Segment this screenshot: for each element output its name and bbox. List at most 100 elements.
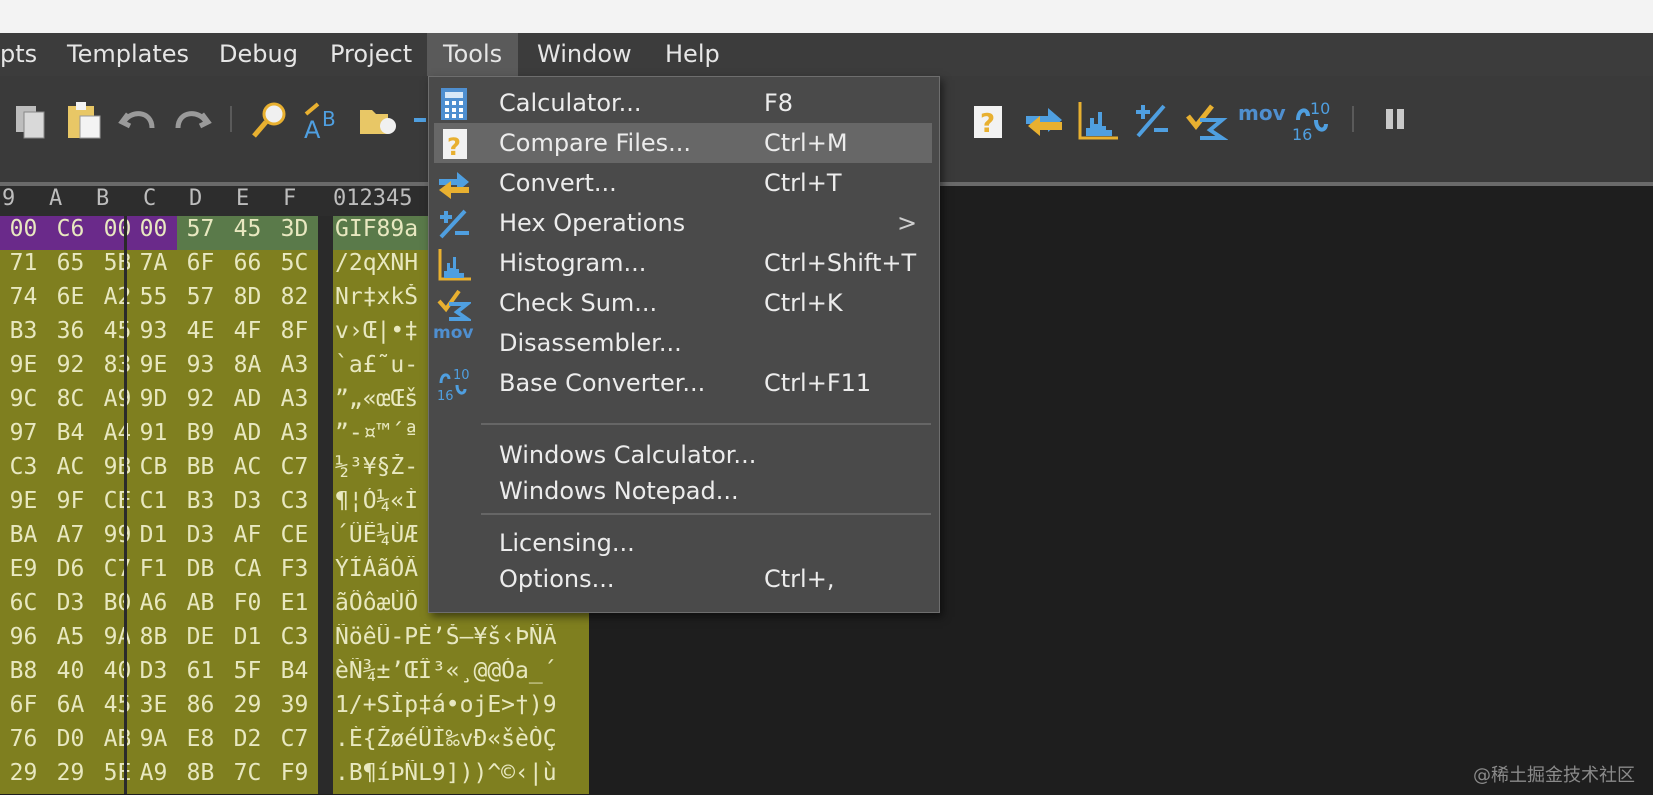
hex-byte[interactable]: C7: [271, 726, 318, 760]
hex-byte[interactable]: 00: [130, 216, 177, 250]
menu-item-calculator[interactable]: Calculator... F8: [429, 83, 937, 123]
hex-byte[interactable]: E9: [0, 556, 47, 590]
hex-byte[interactable]: 4F: [224, 318, 271, 352]
copy-icon[interactable]: [8, 98, 52, 142]
hex-byte[interactable]: E1: [271, 590, 318, 624]
convert-icon[interactable]: [1022, 98, 1066, 142]
hex-byte[interactable]: A5: [47, 624, 94, 658]
hex-byte[interactable]: B4: [271, 658, 318, 692]
hex-byte[interactable]: A3: [271, 352, 318, 386]
hex-byte[interactable]: D1: [130, 522, 177, 556]
hex-byte[interactable]: 65: [47, 250, 94, 284]
hex-byte[interactable]: B9: [177, 420, 224, 454]
hex-byte[interactable]: 29: [0, 760, 47, 794]
hex-byte[interactable]: D3: [130, 658, 177, 692]
ascii-text[interactable]: .È{ŽøéÛÌ‰vÐ«šèÒÇ: [333, 726, 589, 760]
hex-byte[interactable]: 92: [47, 352, 94, 386]
hex-byte[interactable]: 9E: [130, 352, 177, 386]
hex-byte[interactable]: C1: [130, 488, 177, 522]
disassembler-icon[interactable]: mov: [1238, 101, 1286, 125]
hex-byte[interactable]: 6C: [0, 590, 47, 624]
hex-byte[interactable]: A7: [47, 522, 94, 556]
hex-byte[interactable]: 8B: [177, 760, 224, 794]
hex-byte[interactable]: 36: [47, 318, 94, 352]
hex-row[interactable]: 96 A5 9A 8B DE D1 C3 ÑöêÜ-PÈ’Š–¥š‹ÞÑÃ: [0, 624, 600, 658]
hex-byte[interactable]: AB: [177, 590, 224, 624]
hex-byte[interactable]: A3: [271, 420, 318, 454]
menu-item-windows-calculator[interactable]: Windows Calculator...: [429, 435, 937, 475]
hex-byte[interactable]: 66: [224, 250, 271, 284]
hex-byte[interactable]: 5F: [224, 658, 271, 692]
hex-byte[interactable]: 74: [0, 284, 47, 318]
hex-byte[interactable]: 29: [47, 760, 94, 794]
hex-byte[interactable]: B8: [0, 658, 47, 692]
menu-item-convert[interactable]: Convert... Ctrl+T: [429, 163, 937, 203]
hex-byte[interactable]: 97: [0, 420, 47, 454]
hex-byte[interactable]: A6: [130, 590, 177, 624]
replace-icon[interactable]: AB: [302, 98, 346, 142]
ascii-text[interactable]: ÑöêÜ-PÈ’Š–¥š‹ÞÑÃ: [333, 624, 589, 658]
hex-byte[interactable]: B3: [0, 318, 47, 352]
hex-byte[interactable]: 4E: [177, 318, 224, 352]
hex-byte[interactable]: DB: [177, 556, 224, 590]
hex-byte[interactable]: BB: [177, 454, 224, 488]
hex-byte[interactable]: 45: [224, 216, 271, 250]
hex-byte[interactable]: 9D: [130, 386, 177, 420]
menu-debug[interactable]: Debug: [219, 33, 298, 76]
hex-byte[interactable]: D3: [177, 522, 224, 556]
hex-byte[interactable]: 82: [271, 284, 318, 318]
hex-byte[interactable]: 5C: [271, 250, 318, 284]
menu-item-windows-notepad[interactable]: Windows Notepad...: [429, 471, 937, 511]
hex-byte[interactable]: DE: [177, 624, 224, 658]
pause-icon[interactable]: [1386, 109, 1404, 129]
menu-item-compare-files[interactable]: ? Compare Files... Ctrl+M: [434, 123, 932, 163]
hex-byte[interactable]: B4: [47, 420, 94, 454]
hex-byte[interactable]: 8A: [224, 352, 271, 386]
menu-tools[interactable]: Tools: [427, 33, 519, 76]
hex-operations-icon[interactable]: [1130, 98, 1174, 142]
hex-byte[interactable]: 96: [0, 624, 47, 658]
hex-byte[interactable]: 40: [47, 658, 94, 692]
hex-byte[interactable]: F0: [224, 590, 271, 624]
paste-icon[interactable]: [62, 98, 106, 142]
menu-window[interactable]: Window: [537, 33, 632, 76]
menu-item-hex-operations[interactable]: Hex Operations >: [429, 203, 937, 243]
hex-byte[interactable]: C7: [271, 454, 318, 488]
hex-byte[interactable]: C3: [271, 624, 318, 658]
hex-byte[interactable]: 71: [0, 250, 47, 284]
hex-byte[interactable]: C6: [47, 216, 94, 250]
hex-byte[interactable]: 86: [177, 692, 224, 726]
open-folder-icon[interactable]: [356, 98, 400, 142]
hex-byte[interactable]: D6: [47, 556, 94, 590]
hex-byte[interactable]: 9F: [47, 488, 94, 522]
hex-byte[interactable]: 55: [130, 284, 177, 318]
hex-byte[interactable]: D3: [47, 590, 94, 624]
hex-byte[interactable]: 6A: [47, 692, 94, 726]
hex-byte[interactable]: C3: [0, 454, 47, 488]
checksum-icon[interactable]: [1184, 98, 1228, 142]
hex-byte[interactable]: D1: [224, 624, 271, 658]
hex-byte[interactable]: 39: [271, 692, 318, 726]
menu-project[interactable]: Project: [330, 33, 412, 76]
menu-help[interactable]: Help: [665, 33, 720, 76]
hex-byte[interactable]: 7A: [130, 250, 177, 284]
hex-byte[interactable]: 9A: [130, 726, 177, 760]
hex-row[interactable]: 6F 6A 45 3E 86 29 39 1/+SÌp‡á•ojE>†)9: [0, 692, 600, 726]
hex-byte[interactable]: 9E: [0, 352, 47, 386]
hex-byte[interactable]: 29: [224, 692, 271, 726]
hex-byte[interactable]: 57: [177, 284, 224, 318]
redo-icon[interactable]: [170, 98, 214, 142]
hex-byte[interactable]: 6E: [47, 284, 94, 318]
hex-byte[interactable]: F9: [271, 760, 318, 794]
hex-byte[interactable]: CB: [130, 454, 177, 488]
hex-byte[interactable]: 8B: [130, 624, 177, 658]
hex-byte[interactable]: 61: [177, 658, 224, 692]
hex-byte[interactable]: B3: [177, 488, 224, 522]
ascii-text[interactable]: .B¶íÞÑL9]))^©‹|ù: [333, 760, 589, 794]
hex-byte[interactable]: 93: [177, 352, 224, 386]
hex-byte[interactable]: 8D: [224, 284, 271, 318]
ascii-text[interactable]: èÑ¾±’ŒÎ³«¸@@Óa_´: [333, 658, 589, 692]
menu-item-options[interactable]: Options... Ctrl+,: [429, 559, 937, 599]
hex-byte[interactable]: 6F: [177, 250, 224, 284]
hex-byte[interactable]: 8F: [271, 318, 318, 352]
